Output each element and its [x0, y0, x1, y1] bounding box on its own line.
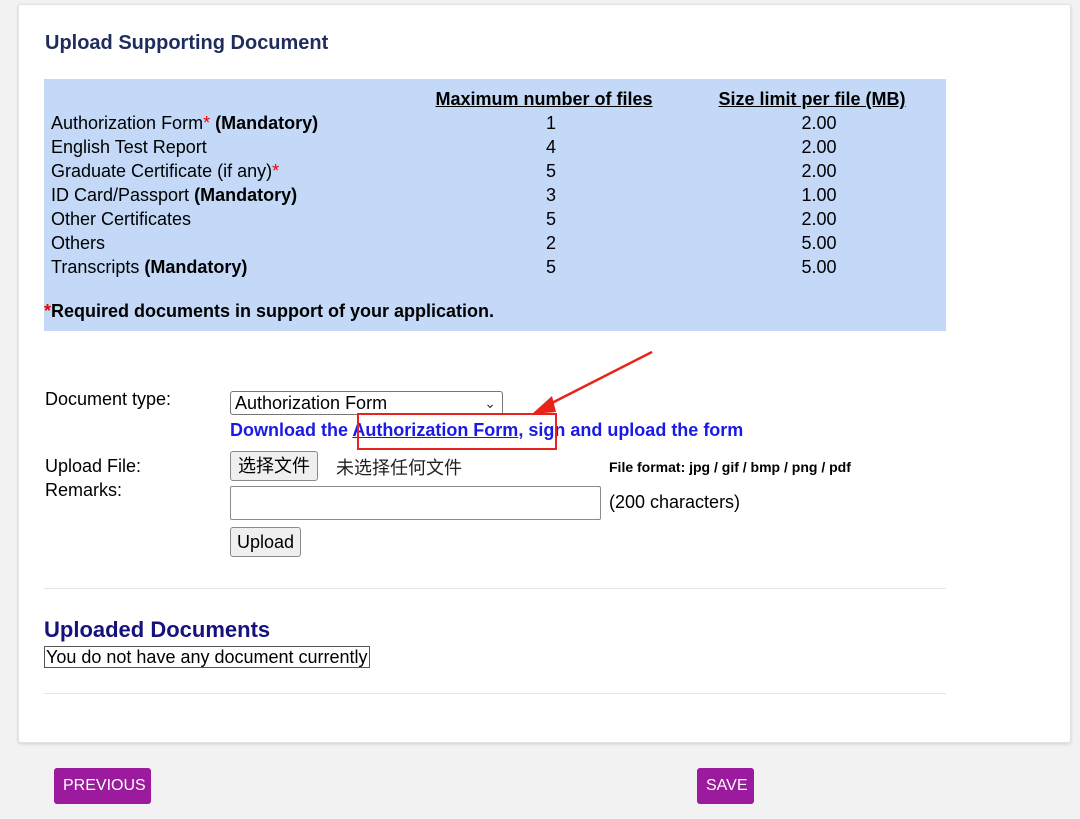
row-name: Transcripts — [51, 257, 140, 277]
arrow-icon — [532, 350, 653, 414]
row-max-files: 1 — [545, 113, 556, 133]
footnote-text: Required documents in support of your ap… — [51, 301, 495, 321]
requirement-row: ID Card/Passport (Mandatory) 3 1.00 — [51, 185, 941, 209]
row-max-files: 5 — [545, 161, 556, 181]
row-size-limit: 5.00 — [801, 257, 837, 277]
no-documents-message: You do not have any document currently — [44, 646, 370, 668]
mandatory-label: (Mandatory) — [194, 185, 298, 205]
previous-button[interactable]: PREVIOUS — [54, 768, 151, 804]
row-size-limit: 2.00 — [801, 113, 837, 133]
divider — [44, 693, 946, 694]
file-format-note: File format: jpg / gif / bmp / png / pdf — [609, 459, 851, 475]
mandatory-label: (Mandatory) — [144, 257, 248, 277]
requirement-row: English Test Report 4 2.00 — [51, 137, 941, 161]
row-size-limit: 5.00 — [801, 233, 837, 253]
required-mark: * — [272, 161, 280, 181]
required-mark: * — [203, 113, 211, 133]
row-max-files: 3 — [545, 185, 556, 205]
row-max-files: 5 — [545, 209, 556, 229]
row-name: English Test Report — [51, 137, 207, 157]
document-type-select[interactable]: Authorization Form ⌄ — [230, 391, 503, 415]
page-title: Upload Supporting Document — [45, 32, 329, 54]
remarks-input[interactable] — [230, 486, 601, 520]
document-type-label: Document type: — [45, 389, 172, 409]
upload-card: Upload Supporting Document Maximum numbe… — [18, 4, 1071, 743]
row-name: Graduate Certificate (if any) — [51, 161, 273, 181]
requirement-row: Graduate Certificate (if any)* 5 2.00 — [51, 161, 941, 185]
row-name: Other Certificates — [51, 209, 192, 229]
header-max-files: Maximum number of files — [435, 89, 653, 109]
requirement-row: Others 2 5.00 — [51, 233, 941, 257]
save-button[interactable]: SAVE — [697, 768, 754, 804]
requirements-box: Maximum number of files Size limit per f… — [44, 79, 946, 331]
required-mark: * — [44, 301, 52, 321]
chevron-down-icon: ⌄ — [484, 395, 496, 411]
no-file-chosen-text: 未选择任何文件 — [336, 458, 462, 478]
row-max-files: 4 — [545, 137, 556, 157]
requirement-row: Other Certificates 5 2.00 — [51, 209, 941, 233]
row-size-limit: 1.00 — [801, 185, 837, 205]
row-size-limit: 2.00 — [801, 209, 837, 229]
row-max-files: 2 — [545, 233, 556, 253]
requirement-row: Transcripts (Mandatory) 5 5.00 — [51, 257, 941, 281]
document-type-value: Authorization Form — [235, 393, 388, 413]
download-prefix: Download the — [230, 420, 353, 440]
upload-button[interactable]: Upload — [230, 527, 302, 557]
row-name: Others — [51, 233, 106, 253]
requirement-row: Authorization Form* (Mandatory) 1 2.00 — [51, 113, 941, 137]
required-footnote: *Required documents in support of your a… — [44, 301, 494, 322]
upload-file-label: Upload File: — [45, 456, 142, 476]
row-name: ID Card/Passport — [51, 185, 190, 205]
row-size-limit: 2.00 — [801, 161, 837, 181]
remarks-limit-note: (200 characters) — [609, 492, 741, 512]
mandatory-label: (Mandatory) — [215, 113, 319, 133]
divider — [44, 588, 946, 589]
row-name: Authorization Form — [51, 113, 204, 133]
remarks-label: Remarks: — [45, 480, 123, 500]
choose-file-button[interactable]: 选择文件 — [230, 451, 318, 481]
row-max-files: 5 — [545, 257, 556, 277]
header-size-limit: Size limit per file (MB) — [718, 89, 906, 109]
row-size-limit: 2.00 — [801, 137, 837, 157]
uploaded-documents-title: Uploaded Documents — [44, 617, 271, 642]
